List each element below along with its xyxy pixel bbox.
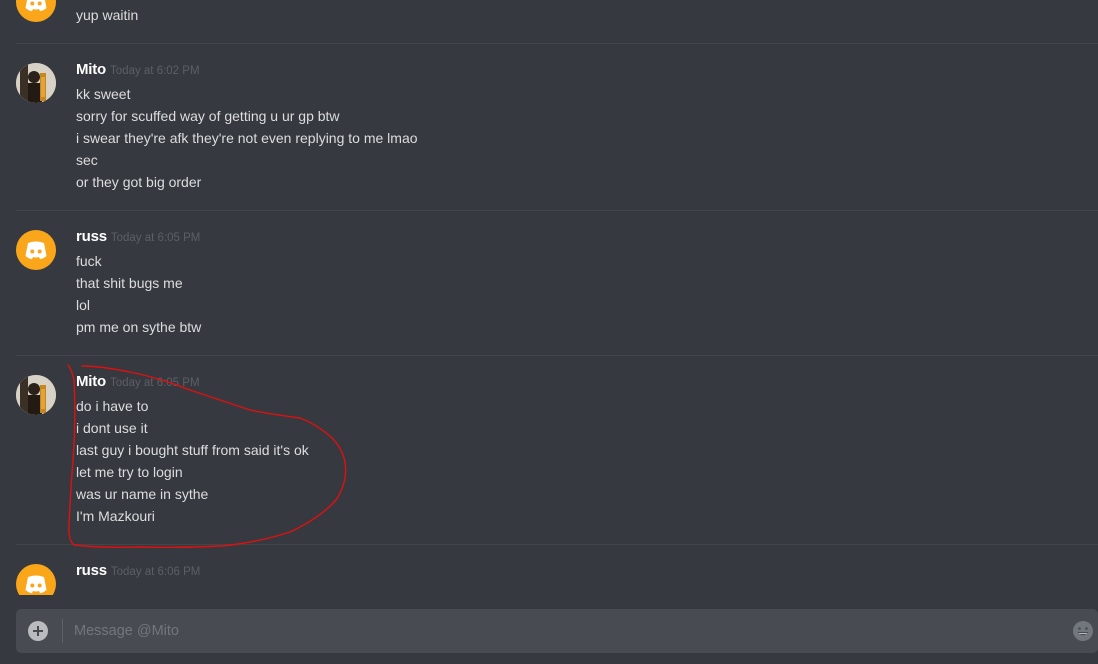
message-header: Mito Today at 6:05 PM xyxy=(76,373,200,393)
message-line: i swear they're afk they're not even rep… xyxy=(76,130,418,146)
message-input[interactable] xyxy=(74,609,1054,653)
message-divider xyxy=(16,43,1098,44)
message-line: or they got big order xyxy=(76,174,202,190)
message-line: yup waitin xyxy=(76,7,139,23)
timestamp: Today at 6:05 PM xyxy=(110,377,200,389)
message-composer xyxy=(16,609,1098,653)
plus-circle-icon[interactable] xyxy=(28,621,48,641)
user-photo-avatar[interactable] xyxy=(16,375,56,415)
message-line: lol xyxy=(76,297,91,313)
message-line: i dont use it xyxy=(76,420,148,436)
username[interactable]: russ xyxy=(76,228,107,245)
user-photo-avatar[interactable] xyxy=(16,63,56,103)
discord-logo-icon[interactable] xyxy=(16,564,56,595)
message-line: do i have to xyxy=(76,398,149,414)
message-line: pm me on sythe btw xyxy=(76,319,202,335)
timestamp: Today at 6:06 PM xyxy=(110,566,201,578)
message-divider xyxy=(16,355,1098,356)
message-header: russ Today at 6:05 PM xyxy=(76,228,200,248)
message-line: let me try to login xyxy=(76,464,183,480)
timestamp: Today at 6:05 PM xyxy=(110,232,201,244)
message-line: sorry for scuffed way of getting u ur gp… xyxy=(76,108,340,124)
message-line: last guy i bought stuff from said it's o… xyxy=(76,442,309,458)
username[interactable]: Mito xyxy=(76,373,106,390)
discord-logo-icon[interactable] xyxy=(16,0,56,22)
message-line: fuck xyxy=(76,253,102,269)
emoji-grin-icon[interactable] xyxy=(1072,620,1094,642)
message-header: russ Today at 6:06 PM xyxy=(76,562,200,582)
message-header: Mito Today at 6:02 PM xyxy=(76,61,200,81)
message-divider xyxy=(16,544,1098,545)
message-line: was ur name in sythe xyxy=(76,486,209,502)
message-line: that shit bugs me xyxy=(76,275,183,291)
timestamp: Today at 6:02 PM xyxy=(110,65,200,77)
composer-divider xyxy=(62,619,63,643)
discord-logo-icon[interactable] xyxy=(16,230,56,270)
username[interactable]: russ xyxy=(76,562,107,579)
username[interactable]: Mito xyxy=(76,61,106,78)
message-line: sec xyxy=(76,152,98,168)
message-line: kk sweet xyxy=(76,86,131,102)
message-list: yup waitin Mito Today at 6:02 PM kk sweet… xyxy=(0,0,1098,595)
message-divider xyxy=(16,210,1098,211)
message-line: I'm Mazkouri xyxy=(76,508,155,524)
